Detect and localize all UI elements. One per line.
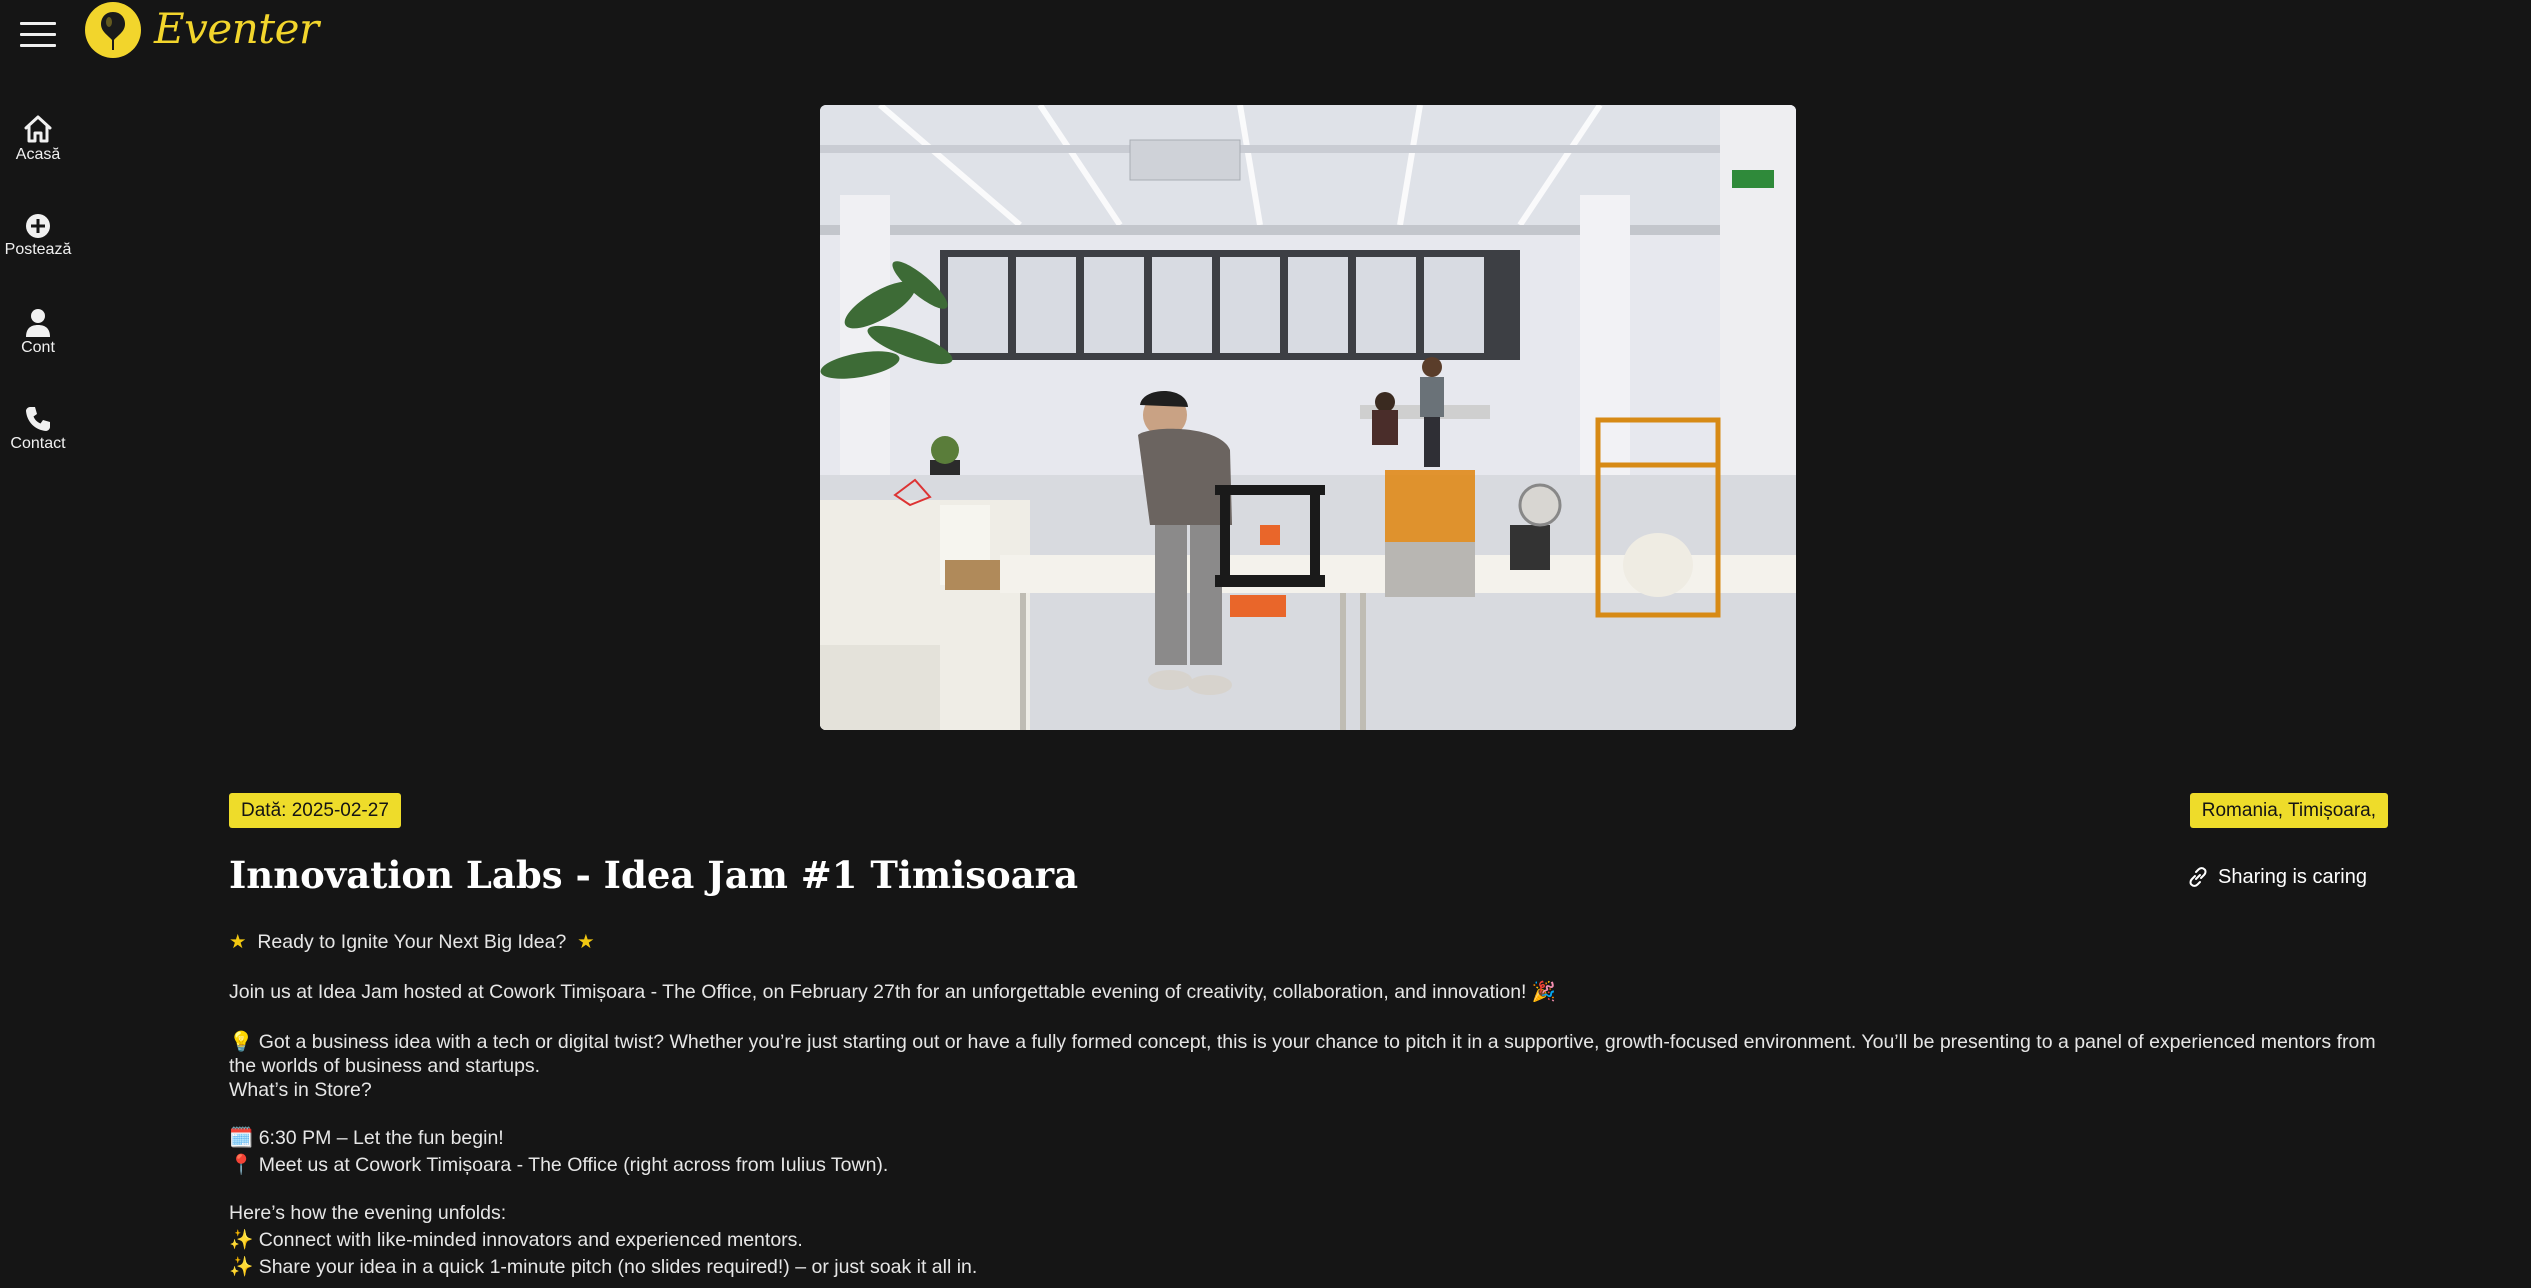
sidebar-item-label: Cont	[21, 339, 55, 356]
description-bullet: ✨ Share your idea in a quick 1-minute pi…	[229, 1256, 978, 1278]
link-icon	[2189, 867, 2207, 887]
event-description: ★ Ready to Ignite Your Next Big Idea? ★ …	[229, 930, 2389, 1279]
sidebar-item-contact[interactable]: Contact	[0, 405, 76, 453]
event-title: Innovation Labs - Idea Jam #1 Timisoara	[229, 853, 1079, 897]
description-headline: ★ Ready to Ignite Your Next Big Idea? ★	[229, 931, 595, 953]
sidebar-item-label: Contact	[10, 435, 66, 452]
event-image	[820, 105, 1796, 730]
description-bullet: ✨ Connect with like-minded innovators an…	[229, 1229, 803, 1251]
description-pitch: 💡 Got a business idea with a tech or dig…	[229, 1031, 2376, 1077]
logo-icon[interactable]	[85, 2, 141, 58]
event-location-badge: Romania, Timișoara,	[2189, 793, 2388, 828]
description-place: 📍 Meet us at Cowork Timișoara - The Offi…	[229, 1154, 889, 1176]
top-bar: Eventer	[0, 0, 2531, 64]
description-whats-in-store: What’s in Store?	[229, 1079, 372, 1101]
description-intro: Join us at Idea Jam hosted at Cowork Tim…	[229, 981, 1557, 1003]
share-button[interactable]: Sharing is caring	[2186, 865, 2367, 889]
description-time: 🗓️ 6:30 PM – Let the fun begin!	[229, 1127, 504, 1149]
app-logo-text[interactable]: Eventer	[154, 4, 319, 53]
sidebar-item-post[interactable]: Postează	[0, 213, 76, 259]
event-date-badge: Dată: 2025-02-27	[229, 793, 401, 828]
user-icon	[26, 309, 50, 337]
sidebar-item-label: Acasă	[15, 146, 61, 163]
event-photo-illustration	[820, 105, 1796, 730]
sidebar-item-home[interactable]: Acasă	[0, 114, 76, 164]
sidebar-item-label: Postează	[4, 241, 72, 258]
sidebar-item-account[interactable]: Cont	[0, 309, 76, 357]
phone-icon	[26, 407, 50, 431]
share-label: Sharing is caring	[2218, 865, 2367, 888]
star-icon: ★	[229, 931, 247, 953]
home-icon	[24, 115, 52, 143]
star-icon: ★	[577, 931, 595, 953]
plus-circle-icon	[26, 214, 50, 238]
menu-icon[interactable]	[20, 20, 56, 48]
description-unfolds: Here’s how the evening unfolds:	[229, 1202, 507, 1224]
